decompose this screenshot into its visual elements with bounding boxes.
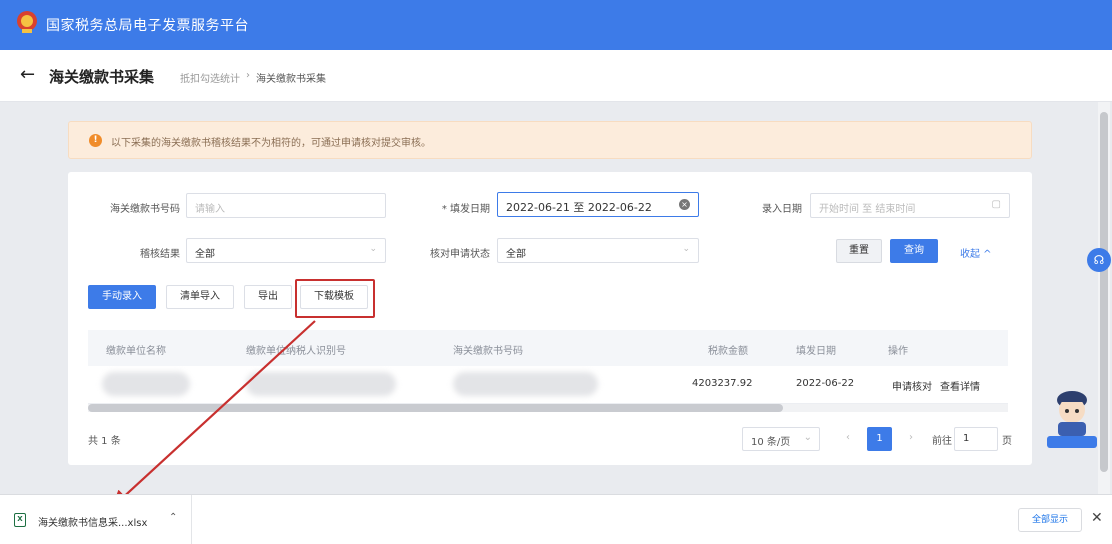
app-header: 国家税务总局电子发票服务平台 <box>0 0 1112 50</box>
entry-date-placeholder: 开始时间 至 结束时间 <box>819 204 916 215</box>
breadcrumb-item-current: 海关缴款书采集 <box>256 74 326 85</box>
close-icon[interactable]: ✕ <box>1091 510 1103 526</box>
reset-button[interactable]: 重置 <box>836 239 882 263</box>
breadcrumb-separator: › <box>246 70 250 81</box>
manual-entry-button[interactable]: 手动录入 <box>88 285 156 309</box>
table-header: 缴款单位名称 缴款单位纳税人识别号 海关缴款书号码 税款金额 填发日期 操作 <box>88 330 1008 366</box>
export-button[interactable]: 导出 <box>244 285 292 309</box>
redacted-cell <box>453 372 598 396</box>
redacted-cell <box>246 372 396 396</box>
payment-no-label: 海关缴款书号码 <box>110 204 180 215</box>
verify-status-select[interactable]: 全部 ⌄ <box>497 238 699 263</box>
table-row: 4203237.92 2022-06-22 申请核对 查看详情 <box>88 366 1008 404</box>
verify-status-label: 核对申请状态 <box>430 249 490 260</box>
issue-date-range-input[interactable]: 2022-06-21 至 2022-06-22 × <box>497 192 699 217</box>
verify-status-value: 全部 <box>506 249 526 260</box>
check-result-select[interactable]: 全部 ⌄ <box>186 238 386 263</box>
page-header: ← 海关缴款书采集 抵扣勾选统计 › 海关缴款书采集 <box>0 50 1112 102</box>
apply-verify-link[interactable]: 申请核对 <box>892 378 932 393</box>
download-item[interactable]: X 海关缴款书信息采...xlsx ⌃ <box>0 495 192 544</box>
page-title: 海关缴款书采集 <box>49 68 155 86</box>
headset-icon[interactable]: ☊ <box>1087 248 1111 272</box>
tax-emblem-icon <box>17 11 37 33</box>
scrollbar-thumb[interactable] <box>88 404 783 412</box>
chevron-down-icon: ⌄ <box>682 244 690 254</box>
column-header: 操作 <box>888 346 908 357</box>
entry-date-range-input[interactable]: 开始时间 至 结束时间 ▢ <box>810 193 1010 218</box>
list-import-button[interactable]: 清单导入 <box>166 285 234 309</box>
tax-assistant-icon[interactable] <box>1044 380 1100 450</box>
chevron-down-icon: ⌄ <box>369 244 377 254</box>
notice-text: 以下采集的海关缴款书稽核结果不为相符的，可通过申请核对提交审核。 <box>111 138 431 149</box>
next-page-icon[interactable]: › <box>909 432 913 443</box>
page-scrollbar-thumb[interactable] <box>1100 112 1108 472</box>
date-cell: 2022-06-22 <box>796 378 855 389</box>
breadcrumb-item-deduction[interactable]: 抵扣勾选统计 <box>180 70 240 85</box>
goto-prefix: 前往 <box>932 436 952 447</box>
chevron-up-icon[interactable]: ⌃ <box>169 512 177 523</box>
page-size-select[interactable]: 10 条/页 ⌄ <box>742 427 820 451</box>
app-title: 国家税务总局电子发票服务平台 <box>46 18 249 34</box>
notice-banner: ! 以下采集的海关缴款书稽核结果不为相符的，可通过申请核对提交审核。 <box>68 121 1032 159</box>
issue-date-value: 2022-06-21 至 2022-06-22 <box>506 201 652 214</box>
entry-date-label: 录入日期 <box>762 204 802 215</box>
breadcrumb: 抵扣勾选统计 › 海关缴款书采集 <box>180 70 326 85</box>
page-current[interactable]: 1 <box>867 427 892 451</box>
redacted-cell <box>102 372 190 396</box>
column-header: 税款金额 <box>708 346 748 357</box>
warning-icon: ! <box>89 134 102 147</box>
column-header: 填发日期 <box>796 346 836 357</box>
chevron-down-icon: ⌄ <box>803 432 812 443</box>
clear-icon[interactable]: × <box>679 199 690 210</box>
page-size-value: 10 条/页 <box>751 437 791 448</box>
check-result-label: 稽核结果 <box>140 249 180 260</box>
download-bar: X 海关缴款书信息采...xlsx ⌃ 全部显示 ✕ <box>0 494 1112 544</box>
view-detail-link[interactable]: 查看详情 <box>940 378 980 393</box>
calendar-icon: ▢ <box>991 199 1001 210</box>
issue-date-label: * 填发日期 <box>441 204 490 215</box>
show-all-button[interactable]: 全部显示 <box>1018 508 1082 532</box>
highlight-box <box>295 279 375 318</box>
column-header: 缴款单位名称 <box>106 346 166 357</box>
excel-file-icon: X <box>14 513 26 527</box>
total-count: 共 1 条 <box>88 436 121 447</box>
goto-page-input[interactable]: 1 <box>954 427 998 451</box>
check-result-value: 全部 <box>195 249 215 260</box>
column-header: 缴款单位纳税人识别号 <box>246 346 346 357</box>
back-arrow-icon[interactable]: ← <box>20 64 35 85</box>
amount-cell: 4203237.92 <box>692 378 753 389</box>
column-header: 海关缴款书号码 <box>453 346 523 357</box>
goto-suffix: 页 <box>1002 436 1012 447</box>
payment-no-input[interactable]: 请输入 <box>186 193 386 218</box>
download-file-name[interactable]: 海关缴款书信息采...xlsx <box>38 514 147 529</box>
prev-page-icon[interactable]: ‹ <box>846 432 850 443</box>
query-button[interactable]: 查询 <box>890 239 938 263</box>
collapse-link[interactable]: 收起 ^ <box>960 245 992 260</box>
